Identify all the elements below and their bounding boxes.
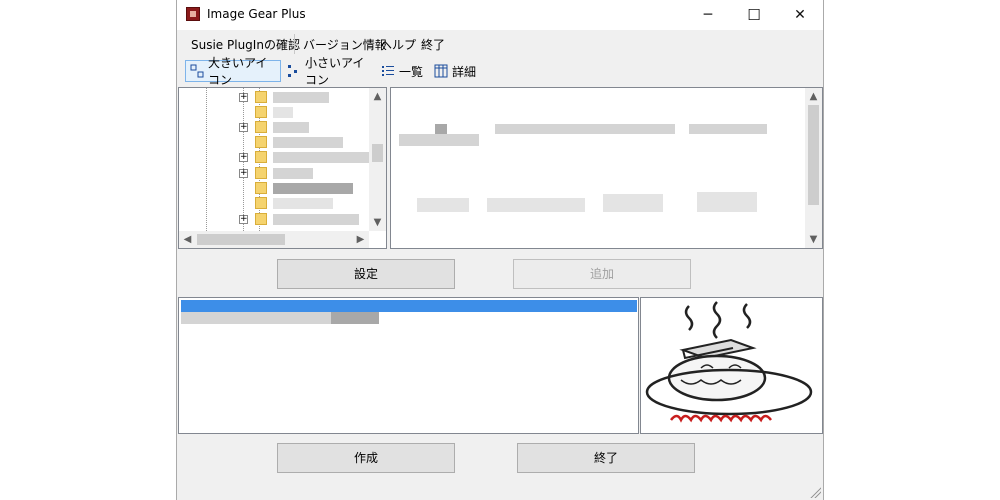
file-item-label[interactable] [399, 134, 479, 146]
tree-guide-line [206, 88, 207, 231]
small-icon-label: 小さいアイコン [305, 56, 365, 87]
scroll-right-arrow[interactable]: ▶ [352, 231, 369, 248]
window-title: Image Gear Plus [207, 7, 306, 21]
file-item-label[interactable] [697, 192, 757, 212]
tree-expand-toggle[interactable]: + [239, 123, 248, 132]
large-icon-view-button[interactable]: 大きいアイコン [185, 56, 281, 87]
folder-icon [255, 106, 267, 118]
list-icon [381, 64, 395, 78]
preview-illustration [645, 301, 813, 423]
menu-separator [294, 34, 295, 54]
file-item-label[interactable] [603, 194, 663, 212]
file-item-label[interactable] [487, 198, 585, 212]
scroll-up-arrow[interactable]: ▲ [805, 88, 822, 105]
tree-node-label[interactable] [273, 152, 369, 163]
small-icon-view-button[interactable]: 小さいアイコン [283, 56, 377, 87]
view-toolbar: 大きいアイコン 小さいアイコン 一覧 詳細 [177, 56, 823, 87]
details-icon [434, 64, 448, 78]
fileview-vertical-scrollbar[interactable]: ▲ ▼ [805, 88, 822, 248]
tree-node-label[interactable] [273, 168, 313, 179]
tree-node-label[interactable] [273, 214, 359, 225]
tree-expand-toggle[interactable]: + [239, 93, 248, 102]
folder-icon [255, 182, 267, 194]
list-label: 一覧 [399, 64, 424, 79]
scroll-left-arrow[interactable]: ◀ [179, 231, 196, 248]
folder-icon [255, 151, 267, 163]
menu-exit[interactable]: 終了 [421, 36, 445, 53]
tree-horizontal-scrollbar[interactable]: ◀ ▶ [179, 231, 369, 248]
app-window: Image Gear Plus ─ ☐ ✕ Susie PlugInの確認 バー… [176, 0, 824, 500]
file-item-label[interactable] [689, 124, 767, 134]
tree-node-label[interactable] [273, 122, 309, 133]
settings-button[interactable]: 設定 [277, 259, 455, 289]
tree-node-label[interactable] [273, 198, 333, 209]
file-view[interactable]: ▲ ▼ [390, 87, 823, 249]
scroll-up-arrow[interactable]: ▲ [369, 88, 386, 105]
menu-version[interactable]: バージョン情報 [303, 36, 387, 53]
folder-icon [255, 167, 267, 179]
small-icons-icon [287, 64, 301, 78]
tree-node-label[interactable] [273, 107, 293, 118]
folder-icon [255, 213, 267, 225]
folder-tree[interactable]: + + + + + ▲ ▼ ◀ ▶ [178, 87, 387, 249]
scroll-thumb[interactable] [197, 234, 285, 245]
add-button[interactable]: 追加 [513, 259, 691, 289]
list-item[interactable] [331, 312, 379, 324]
details-view-button[interactable]: 詳細 [430, 60, 480, 82]
minimize-button[interactable]: ─ [685, 0, 731, 30]
large-icon-label: 大きいアイコン [208, 56, 268, 87]
tree-vertical-scrollbar[interactable]: ▲ ▼ [369, 88, 386, 231]
list-item[interactable] [181, 312, 331, 324]
tree-node-label[interactable] [273, 137, 343, 148]
scroll-down-arrow[interactable]: ▼ [805, 231, 822, 248]
exit-button[interactable]: 終了 [517, 443, 695, 473]
scroll-thumb[interactable] [808, 105, 819, 205]
create-button[interactable]: 作成 [277, 443, 455, 473]
tree-expand-toggle[interactable]: + [239, 169, 248, 178]
folder-icon [255, 197, 267, 209]
title-bar[interactable]: Image Gear Plus ─ ☐ ✕ [177, 0, 823, 30]
tree-expand-toggle[interactable]: + [239, 153, 248, 162]
resize-grip[interactable] [809, 486, 821, 498]
list-view-button[interactable]: 一覧 [377, 60, 427, 82]
maximize-button[interactable]: ☐ [731, 0, 777, 30]
folder-icon [255, 121, 267, 133]
tree-node-label[interactable] [273, 183, 353, 194]
file-item-label[interactable] [417, 198, 469, 212]
image-preview [640, 297, 823, 434]
app-icon [186, 7, 200, 21]
close-button[interactable]: ✕ [777, 0, 823, 30]
tree-node-label[interactable] [273, 92, 329, 103]
scroll-down-arrow[interactable]: ▼ [369, 214, 386, 231]
selected-files-list[interactable] [178, 297, 639, 434]
details-label: 詳細 [452, 64, 477, 79]
large-icons-icon [190, 64, 204, 78]
folder-icon [255, 136, 267, 148]
file-item-label[interactable] [495, 124, 675, 134]
tree-expand-toggle[interactable]: + [239, 215, 248, 224]
scroll-thumb[interactable] [372, 144, 383, 162]
folder-icon [255, 91, 267, 103]
menu-susie-plugin[interactable]: Susie PlugInの確認 [191, 36, 300, 53]
list-item-selected[interactable] [181, 300, 637, 312]
menu-help[interactable]: ヘルプ [380, 36, 416, 53]
